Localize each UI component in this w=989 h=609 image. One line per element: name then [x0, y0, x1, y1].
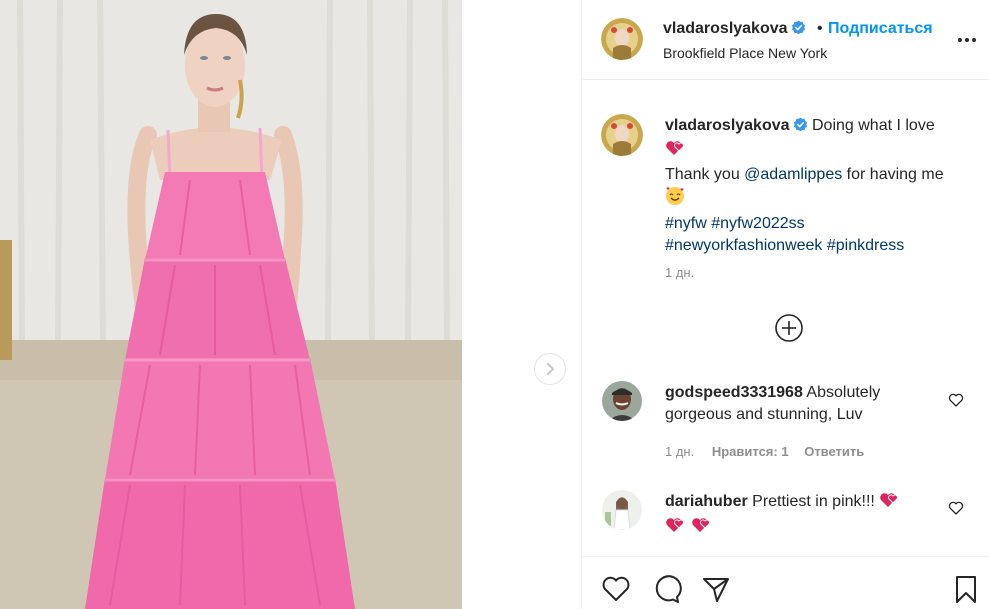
author-avatar[interactable]: [601, 18, 643, 60]
comment-item: godspeed3331968 Absolutely gorgeous and …: [665, 382, 935, 426]
two-hearts-emoji-icon: [691, 516, 713, 541]
caption-avatar[interactable]: [601, 114, 643, 156]
post-photo[interactable]: [0, 0, 462, 609]
comment-username[interactable]: godspeed3331968: [665, 384, 803, 401]
commenter-avatar[interactable]: [602, 381, 642, 421]
caption-mention[interactable]: @adamlippes: [744, 166, 842, 183]
more-options-button[interactable]: [954, 30, 980, 50]
comment-reply-button[interactable]: Ответить: [804, 444, 864, 459]
author-username[interactable]: vladaroslyakova: [663, 20, 806, 40]
bookmark-icon: [956, 576, 976, 603]
more-options-icon: [958, 38, 976, 42]
post-media: [0, 0, 581, 609]
hashtag-link[interactable]: #pinkdress: [827, 237, 904, 254]
paper-plane-icon: [703, 578, 729, 602]
caption-timestamp[interactable]: 1 дн.: [665, 265, 694, 280]
avatar-image: [602, 381, 642, 421]
post-header: vladaroslyakova • Подписаться Brookfield…: [582, 0, 989, 80]
follow-button[interactable]: Подписаться: [828, 20, 933, 38]
avatar-image: [601, 18, 643, 60]
comment-username[interactable]: dariahuber: [665, 493, 748, 510]
two-hearts-emoji-icon: [879, 491, 901, 516]
comment-timestamp[interactable]: 1 дн.: [665, 444, 694, 459]
post-caption: vladaroslyakova Doing what I love Thank …: [665, 115, 965, 257]
comment-text: Prettiest in pink!!!: [752, 493, 875, 510]
verified-badge-icon: [791, 20, 806, 40]
chevron-right-icon: [547, 363, 554, 375]
comment-meta: 1 дн. Нравится: 1 Ответить: [665, 444, 864, 459]
comment-like-button[interactable]: [948, 500, 964, 516]
comment-like-button[interactable]: [948, 392, 964, 408]
heart-outline-icon: [948, 393, 964, 407]
smiling-face-with-hearts-emoji-icon: [665, 186, 685, 213]
avatar-image: [602, 490, 642, 530]
post-side-panel: vladaroslyakova • Подписаться Brookfield…: [581, 0, 989, 609]
comment-likes-count[interactable]: Нравится: 1: [712, 444, 789, 459]
caption-username[interactable]: vladaroslyakova: [665, 117, 790, 134]
plus-circle-icon: [775, 314, 803, 342]
load-more-comments-button[interactable]: [774, 313, 804, 343]
heart-outline-icon: [602, 576, 630, 601]
post-location[interactable]: Brookfield Place New York: [663, 45, 827, 61]
post-actions-bar: [582, 556, 989, 609]
comment-item: dariahuber Prettiest in pink!!!: [665, 491, 935, 541]
comment-icon: [655, 575, 682, 603]
commenter-avatar[interactable]: [602, 490, 642, 530]
runway-photo-image: [0, 0, 462, 609]
like-button[interactable]: [600, 573, 632, 605]
hashtag-link[interactable]: #nyfw2022ss: [711, 215, 804, 232]
avatar-image: [601, 114, 643, 156]
two-hearts-emoji-icon: [665, 139, 687, 164]
caption-text-1: Doing what I love: [811, 117, 935, 134]
separator-dot: •: [817, 20, 823, 37]
save-button[interactable]: [950, 573, 982, 605]
hashtag-link[interactable]: #nyfw: [665, 215, 707, 232]
author-username-text: vladaroslyakova: [663, 20, 788, 37]
hashtag-link[interactable]: #newyorkfashionweek: [665, 237, 822, 254]
next-media-button[interactable]: [534, 353, 566, 385]
verified-badge-icon: [793, 117, 808, 139]
two-hearts-emoji-icon: [665, 516, 687, 541]
comment-button[interactable]: [650, 573, 682, 605]
share-button[interactable]: [700, 573, 732, 605]
caption-text-3: for having me: [842, 166, 944, 183]
caption-text-2: Thank you: [665, 166, 745, 183]
heart-outline-icon: [948, 501, 964, 515]
